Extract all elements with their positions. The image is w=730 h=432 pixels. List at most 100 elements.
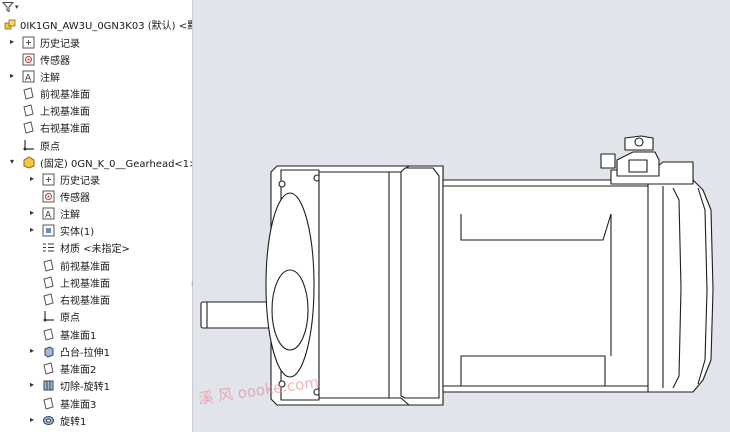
tree-item[interactable]: 右视基准面 xyxy=(0,291,192,308)
tree-root-label: 0IK1GN_AW3U_0GN3K03 (默认) <默认 xyxy=(20,21,193,32)
tree-root-assembly[interactable]: 0IK1GN_AW3U_0GN3K03 (默认) <默认 xyxy=(0,16,192,33)
tree-item-label: 历史记录 xyxy=(40,39,80,50)
tree-item[interactable]: ▾ (固定) 0GN_K_0__Gearhead<1> (默 xyxy=(0,154,192,171)
tree-item[interactable]: 传感器 xyxy=(0,188,192,205)
cut-revolve-icon xyxy=(42,379,55,392)
tree-item[interactable]: 基准面2 xyxy=(0,360,192,377)
revolve-icon xyxy=(42,414,55,427)
filter-icon xyxy=(2,2,14,13)
tree-item-label: 注解 xyxy=(40,73,60,84)
annotation-icon: A xyxy=(22,70,35,83)
plane-icon xyxy=(42,293,55,306)
expand-arrow-icon xyxy=(8,88,16,98)
flange-boss xyxy=(271,269,309,351)
tree-item[interactable]: ▸ A 注解 xyxy=(0,205,192,222)
plane-icon xyxy=(42,328,55,341)
tree-item-label: 基准面1 xyxy=(60,331,97,342)
tree-item-label: 实体(1) xyxy=(60,227,95,238)
tree-item-label: 注解 xyxy=(60,210,80,221)
tree-item-label: 历史记录 xyxy=(60,176,100,187)
expand-arrow-icon xyxy=(8,140,16,150)
tree-item[interactable]: 基准面1 xyxy=(0,326,192,343)
assembly-icon xyxy=(4,18,17,31)
extrude-icon xyxy=(42,345,55,358)
tree-item[interactable]: ▸ A 注解 xyxy=(0,68,192,85)
tree-item[interactable]: 右视基准面 xyxy=(0,119,192,136)
tree-item[interactable]: 原点 xyxy=(0,308,192,325)
svg-text:A: A xyxy=(25,74,32,84)
annotation-icon: A xyxy=(42,207,55,220)
tree-item[interactable]: ▸ 凸台-拉伸1 xyxy=(0,343,192,360)
expand-arrow-icon xyxy=(28,311,36,321)
expand-arrow-icon[interactable]: ▸ xyxy=(8,37,16,47)
expand-arrow-icon xyxy=(8,105,16,115)
tree-item-label: (固定) 0GN_K_0__Gearhead<1> (默 xyxy=(40,159,193,170)
tree-item[interactable]: ▸ 历史记录 xyxy=(0,171,192,188)
tree-item-label: 上视基准面 xyxy=(40,107,90,118)
collapse-arrow-icon[interactable]: ▾ xyxy=(8,157,16,167)
tree-item[interactable]: 基准面3 xyxy=(0,395,192,412)
history-icon xyxy=(42,173,55,186)
material-icon xyxy=(42,241,55,254)
tree-item[interactable]: ▸ 切除-旋转1 xyxy=(0,377,192,394)
plane-icon xyxy=(22,104,35,117)
tree-item-label: 基准面2 xyxy=(60,365,97,376)
tree-item-label: 前视基准面 xyxy=(60,262,110,273)
plane-icon xyxy=(42,362,55,375)
tree-item-label: 前视基准面 xyxy=(40,90,90,101)
expand-arrow-icon xyxy=(28,277,36,287)
expand-arrow-icon xyxy=(8,122,16,132)
expand-arrow-icon[interactable]: ▸ xyxy=(28,380,36,390)
tree-item-label: 旋转1 xyxy=(60,417,87,428)
expand-arrow-icon xyxy=(28,191,36,201)
feature-tree-panel: ▾ 0IK1GN_AW3U_0GN3K03 (默认) <默认 ▸ 历史记录 传感器 ▸… xyxy=(0,0,193,432)
expand-arrow-icon[interactable]: ▸ xyxy=(28,208,36,218)
tree-item[interactable]: ▸ 旋转1 xyxy=(0,412,192,429)
chevron-down-icon: ▾ xyxy=(15,3,19,11)
part-icon xyxy=(22,156,35,169)
tree-item[interactable]: 传感器 xyxy=(0,51,192,68)
tree-item[interactable]: 原点 xyxy=(0,137,192,154)
solid-body-icon xyxy=(42,224,55,237)
tree-item[interactable]: 前视基准面 xyxy=(0,257,192,274)
tree-item-label: 材质 <未指定> xyxy=(60,244,130,255)
graphics-viewport[interactable]: 溪 风 oooke.com xyxy=(193,0,730,432)
tree-filter-button[interactable]: ▾ xyxy=(2,0,26,14)
expand-arrow-icon xyxy=(28,260,36,270)
plane-icon xyxy=(22,87,35,100)
svg-text:A: A xyxy=(45,211,52,221)
tree-item-label: 上视基准面 xyxy=(60,279,110,290)
tree-item-label: 右视基准面 xyxy=(40,124,90,135)
gearmotor-model xyxy=(200,135,714,406)
expand-arrow-icon xyxy=(28,363,36,373)
tree-item[interactable]: ▸ 历史记录 xyxy=(0,34,192,51)
expand-arrow-icon[interactable]: ▸ xyxy=(28,174,36,184)
tree-item[interactable]: 上视基准面 xyxy=(0,102,192,119)
origin-icon xyxy=(22,139,35,152)
plane-icon xyxy=(42,276,55,289)
tree-item-label: 原点 xyxy=(60,313,80,324)
tree-item[interactable]: 上视基准面 xyxy=(0,274,192,291)
tree-item-label: 原点 xyxy=(40,142,60,153)
expand-arrow-icon xyxy=(8,54,16,64)
tree-item-label: 右视基准面 xyxy=(60,296,110,307)
tree-item[interactable]: 前视基准面 xyxy=(0,85,192,102)
expand-arrow-icon xyxy=(28,329,36,339)
history-icon xyxy=(22,36,35,49)
plane-icon xyxy=(42,259,55,272)
sensor-icon xyxy=(42,190,55,203)
expand-arrow-icon xyxy=(28,294,36,304)
tree-item[interactable]: 材质 <未指定> xyxy=(0,239,192,256)
expand-arrow-icon[interactable]: ▸ xyxy=(28,346,36,356)
expand-arrow-icon xyxy=(28,398,36,408)
expand-arrow-icon[interactable]: ▸ xyxy=(28,225,36,235)
tree-item[interactable]: ▸ 实体(1) xyxy=(0,222,192,239)
tree-item-label: 切除-旋转1 xyxy=(60,382,110,393)
expand-arrow-icon[interactable]: ▸ xyxy=(8,71,16,81)
tree-item-label: 凸台-拉伸1 xyxy=(60,348,110,359)
origin-icon xyxy=(42,310,55,323)
tree-item-label: 传感器 xyxy=(40,56,70,67)
plane-icon xyxy=(42,397,55,410)
expand-arrow-icon[interactable]: ▸ xyxy=(28,415,36,425)
plane-icon xyxy=(22,121,35,134)
